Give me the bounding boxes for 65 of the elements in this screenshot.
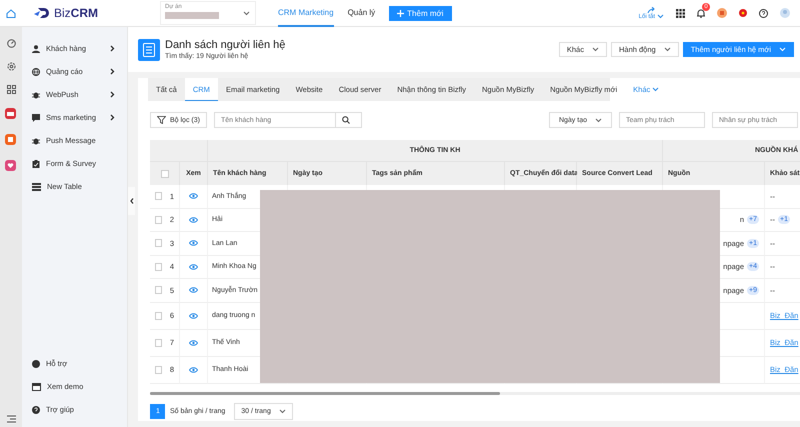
chevron-down-icon — [657, 14, 664, 19]
apps-icon[interactable] — [6, 85, 16, 94]
share-arrow-icon — [646, 6, 656, 14]
user-avatar-icon[interactable] — [780, 8, 790, 18]
chevron-down-icon — [595, 118, 602, 122]
nav-tab[interactable]: Quản lý — [348, 0, 376, 26]
logo-icon — [34, 7, 50, 19]
chevron-right-icon — [110, 68, 115, 75]
globe-icon — [32, 68, 40, 76]
avatar-icon[interactable] — [717, 8, 727, 18]
eye-icon[interactable] — [189, 216, 198, 223]
help-icon — [32, 406, 40, 414]
flag-icon[interactable] — [739, 9, 747, 17]
eye-icon[interactable] — [189, 264, 198, 270]
select-all-checkbox[interactable] — [160, 170, 168, 178]
chevron-left-icon — [130, 198, 134, 204]
bug-icon — [32, 136, 40, 144]
row-checkbox[interactable] — [155, 286, 162, 294]
menu-icon[interactable] — [6, 415, 16, 423]
row-checkbox[interactable] — [155, 338, 162, 346]
chat-icon — [32, 114, 40, 122]
chevron-down-icon — [243, 11, 250, 16]
chevron-right-icon — [110, 91, 115, 98]
row-checkbox[interactable] — [155, 216, 162, 224]
chevron-down-icon — [664, 47, 671, 52]
clipboard-icon — [32, 160, 40, 168]
chevron-right-icon — [110, 45, 115, 52]
heart-app-icon[interactable] — [5, 160, 17, 172]
page-title: Danh sách người liên hệ — [165, 39, 286, 51]
row-checkbox[interactable] — [155, 239, 162, 248]
eye-icon[interactable] — [189, 312, 198, 318]
horizontal-scrollbar[interactable] — [150, 392, 800, 395]
row-checkbox[interactable] — [155, 262, 162, 271]
settings-icon[interactable] — [6, 62, 16, 71]
help-icon[interactable] — [759, 8, 768, 18]
home-icon[interactable] — [6, 8, 16, 18]
eye-icon[interactable] — [189, 340, 198, 346]
bug-icon — [32, 90, 40, 98]
plus-icon — [397, 10, 404, 16]
gauge-icon[interactable] — [6, 39, 16, 48]
table-icon — [32, 182, 41, 190]
row-checkbox[interactable] — [155, 366, 162, 374]
eye-icon[interactable] — [189, 366, 198, 372]
eye-icon[interactable] — [189, 240, 198, 246]
chevron-right-icon — [110, 114, 115, 121]
eye-icon[interactable] — [189, 193, 198, 200]
chevron-down-icon — [592, 47, 599, 52]
square-app-icon[interactable] — [5, 134, 17, 146]
chevron-down-icon — [652, 86, 660, 92]
chevron-down-icon — [278, 409, 286, 414]
person-icon — [32, 44, 40, 52]
logo-text: BizCRM — [54, 6, 98, 20]
collapse-handle[interactable] — [128, 187, 135, 215]
row-checkbox[interactable] — [155, 192, 162, 200]
row-checkbox[interactable] — [155, 312, 162, 320]
list-icon — [138, 38, 160, 60]
eye-icon[interactable] — [189, 287, 198, 294]
mail-app-icon[interactable] — [5, 108, 17, 120]
search-icon — [342, 116, 350, 124]
filter-icon — [157, 116, 166, 124]
chevron-down-icon — [779, 47, 786, 52]
support-icon — [32, 360, 40, 368]
apps-grid-icon[interactable] — [676, 8, 685, 18]
demo-icon — [32, 382, 41, 390]
bell-icon[interactable] — [697, 8, 705, 18]
